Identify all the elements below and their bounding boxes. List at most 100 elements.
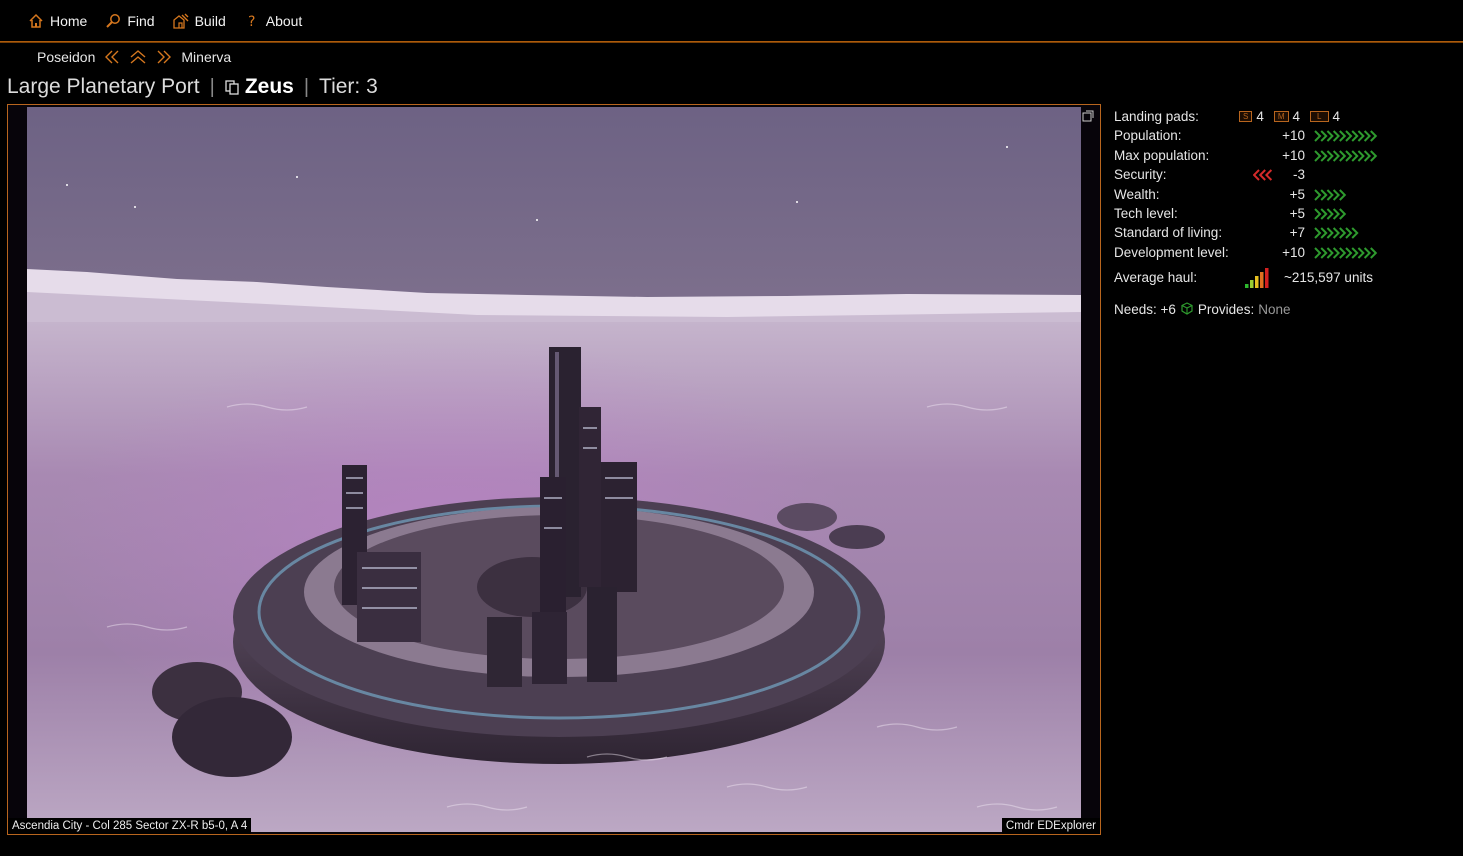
trend-arrow-chevron <box>1345 130 1353 143</box>
trend-arrow-chevron <box>1351 227 1359 240</box>
nav-home[interactable]: Home <box>28 13 87 29</box>
stat-row: Development level: +10 <box>1114 243 1454 262</box>
trend-arrow-chevron <box>1370 247 1378 259</box>
stat-label: Max population: <box>1114 147 1210 163</box>
trend-arrows-icon <box>1314 227 1359 240</box>
trend-arrow-chevron <box>1314 247 1322 259</box>
average-haul-value: ~215,597 units <box>1284 270 1373 286</box>
trend-arrow-chevron <box>1314 150 1322 162</box>
double-chevron-up-icon[interactable] <box>129 49 147 65</box>
trend-arrow-chevron <box>1253 169 1261 181</box>
trend-arrow-chevron <box>1357 130 1365 143</box>
trend-arrow-chevron <box>1320 188 1328 201</box>
stat-value: +10 <box>1282 147 1305 163</box>
title-separator: | <box>209 75 215 98</box>
provides-label: Provides: <box>1197 301 1255 317</box>
large-pad-count: 4 <box>1332 109 1341 124</box>
trend-arrow-chevron <box>1357 247 1365 259</box>
stat-value: +10 <box>1282 244 1305 260</box>
stat-label: Wealth: <box>1114 186 1160 202</box>
trend-arrow-chevron <box>1332 150 1341 162</box>
signal-bars-icon <box>1245 268 1269 289</box>
trend-arrow-chevron <box>1320 130 1328 143</box>
stat-list: Population: +10 Max population: +10 Securi… <box>1114 126 1454 262</box>
trend-arrow-chevron <box>1320 150 1328 162</box>
station-image-panel: Ascendia City - Col 285 Sector ZX-R b5-0… <box>7 104 1101 835</box>
trend-arrow-chevron <box>1339 247 1347 259</box>
prev-sibling-link[interactable]: Poseidon <box>37 49 95 65</box>
trend-arrows-icon <box>1314 208 1347 220</box>
trend-arrow-chevron <box>1351 130 1359 143</box>
signal-bar <box>1255 276 1259 289</box>
small-pad-count: 4 <box>1256 109 1264 124</box>
trend-arrow-chevron <box>1320 208 1328 220</box>
trend-arrow-chevron <box>1351 247 1359 259</box>
sibling-nav: Poseidon Minerva <box>37 47 231 67</box>
average-haul-label: Average haul: <box>1114 270 1198 286</box>
trend-arrow-chevron <box>1326 188 1334 201</box>
stat-row: Tech level: +5 <box>1114 204 1454 223</box>
nav-find-label: Find <box>127 12 155 29</box>
nav-find[interactable]: Find <box>105 12 155 29</box>
trend-arrow-chevron <box>1332 208 1341 220</box>
trend-arrow-chevron <box>1326 150 1334 162</box>
trend-arrow-chevron <box>1320 247 1328 259</box>
system-name[interactable]: Zeus <box>245 75 294 99</box>
trend-arrow-chevron <box>1326 208 1334 220</box>
system-group: Zeus <box>225 75 294 99</box>
trend-arrow-chevron <box>1339 208 1347 220</box>
landing-pads-label: Landing pads: <box>1114 109 1199 124</box>
trend-arrow-chevron <box>1314 227 1322 240</box>
trend-arrow-chevron <box>1332 227 1341 240</box>
nav-build[interactable]: Build <box>172 13 226 29</box>
nav-divider <box>0 41 1463 43</box>
build-icon <box>172 13 189 29</box>
trend-arrow-chevron <box>1259 169 1267 181</box>
stat-label: Population: <box>1114 128 1182 144</box>
large-pad-badge: L <box>1310 111 1329 123</box>
double-chevron-left-icon[interactable] <box>103 49 121 65</box>
stat-row: Wealth: +5 <box>1114 185 1454 204</box>
trend-arrow-chevron <box>1339 130 1347 143</box>
large-pads: L4 <box>1310 107 1340 126</box>
stat-label: Security: <box>1114 167 1167 183</box>
stat-label: Development level: <box>1114 244 1229 260</box>
trend-arrow-chevron <box>1345 150 1353 162</box>
station-stats: Landing pads: S4 M4 L4 Population: +10 Ma… <box>1114 107 1454 319</box>
trend-arrow-chevron <box>1370 130 1378 143</box>
trend-arrow-chevron <box>1339 227 1347 240</box>
page-title: Large Planetary Port | Zeus | Tier: 3 <box>7 72 378 102</box>
provides-value: None <box>1258 301 1291 317</box>
stat-row: Standard of living: +7 <box>1114 223 1454 242</box>
expand-image-icon[interactable] <box>1082 110 1094 122</box>
stat-value: +10 <box>1282 128 1305 144</box>
cubes-icon <box>1181 302 1193 315</box>
trend-arrow-chevron <box>1363 130 1372 143</box>
trend-arrow-chevron <box>1265 169 1273 181</box>
double-chevron-right-icon[interactable] <box>155 49 173 65</box>
trend-arrows-icon <box>1314 188 1347 201</box>
image-location-caption: Ascendia City - Col 285 Sector ZX-R b5-0… <box>8 818 252 834</box>
stat-row: Population: +10 <box>1114 126 1454 145</box>
signal-bar <box>1250 280 1254 289</box>
trend-arrow-chevron <box>1345 227 1353 240</box>
copy-icon[interactable] <box>225 79 239 95</box>
trend-arrows-icon <box>1314 247 1378 259</box>
pad-counts: S4 M4 L4 <box>1239 107 1340 126</box>
trend-arrow-chevron <box>1339 150 1347 162</box>
trend-arrow-chevron <box>1320 227 1328 240</box>
needs-provides-row: Needs: +6 Provides: None <box>1114 300 1454 319</box>
trend-arrow-chevron <box>1345 247 1353 259</box>
tier-label: Tier: 3 <box>319 75 378 98</box>
search-icon <box>106 13 121 28</box>
stat-value: +5 <box>1289 186 1305 202</box>
next-sibling-link[interactable]: Minerva <box>181 49 231 65</box>
station-screenshot <box>27 107 1081 832</box>
nav-about[interactable]: ? About <box>244 13 303 29</box>
nav-about-label: About <box>265 12 303 29</box>
medium-pads: M4 <box>1273 107 1300 126</box>
trend-arrows-icon <box>1314 150 1378 162</box>
trend-arrows-icon <box>1253 169 1273 181</box>
trend-arrow-chevron <box>1332 188 1341 201</box>
trend-arrow-chevron <box>1363 150 1372 162</box>
